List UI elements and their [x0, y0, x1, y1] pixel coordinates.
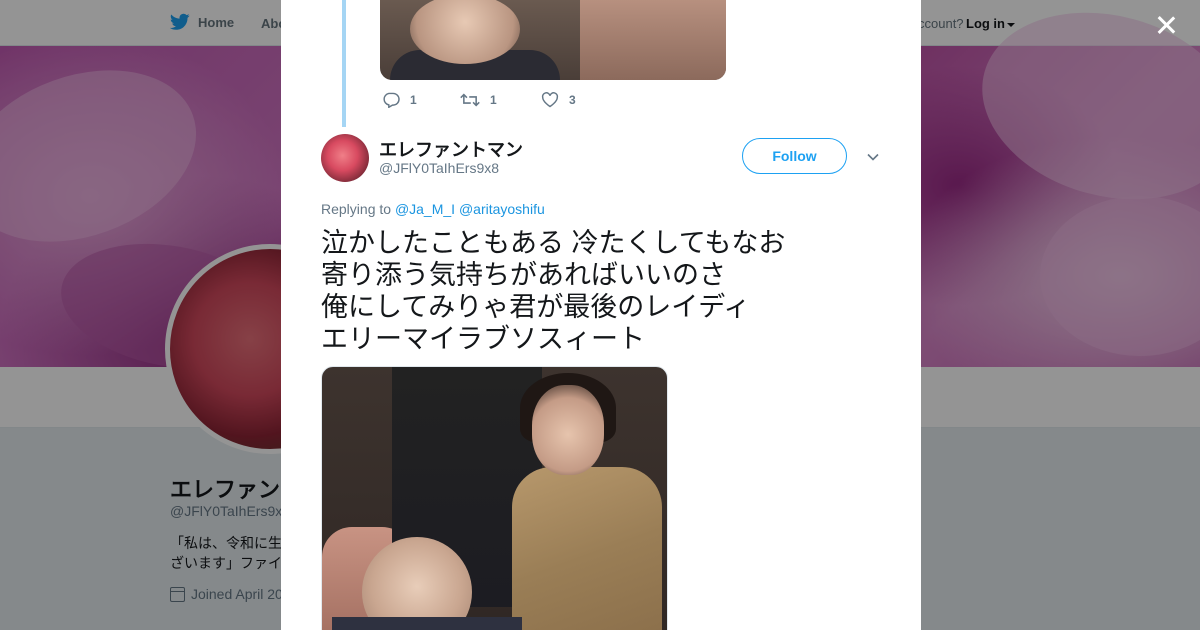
tweet-media-photo[interactable]: [321, 366, 668, 630]
mention-link[interactable]: @Ja_M_I: [395, 201, 455, 217]
retweet-icon: [460, 93, 480, 107]
reply-count: 1: [410, 93, 417, 107]
replying-prefix: Replying to: [321, 201, 392, 217]
tweet-modal: 1 1 3 エレファントマン @JFlY0TaIhErs9x8 Follow R…: [281, 0, 921, 630]
retweet-count: 1: [490, 93, 497, 107]
like-action[interactable]: 3: [541, 92, 576, 108]
reply-icon: [383, 92, 400, 108]
previous-tweet-media[interactable]: [380, 0, 726, 80]
heart-icon: [541, 92, 559, 108]
tweet-text: 泣かしたこともある 冷たくしてもなお 寄り添う気持ちがあればいいのさ 俺にしてみ…: [321, 228, 786, 354]
tweet-author-handle[interactable]: @JFlY0TaIhErs9x8: [379, 160, 499, 176]
like-count: 3: [569, 93, 576, 107]
chevron-down-icon[interactable]: [866, 150, 880, 164]
close-icon[interactable]: [1153, 12, 1179, 38]
retweet-action[interactable]: 1: [460, 92, 497, 108]
mention-link[interactable]: @aritayoshifu: [459, 201, 545, 217]
replying-to-line: Replying to @Ja_M_I @aritayoshifu: [321, 201, 545, 217]
tweet-author-name[interactable]: エレファントマン: [379, 136, 523, 162]
tweet-author-avatar[interactable]: [321, 134, 369, 182]
reply-action[interactable]: 1: [382, 92, 417, 108]
thread-connector-line: [342, 0, 346, 127]
follow-button[interactable]: Follow: [742, 138, 847, 174]
